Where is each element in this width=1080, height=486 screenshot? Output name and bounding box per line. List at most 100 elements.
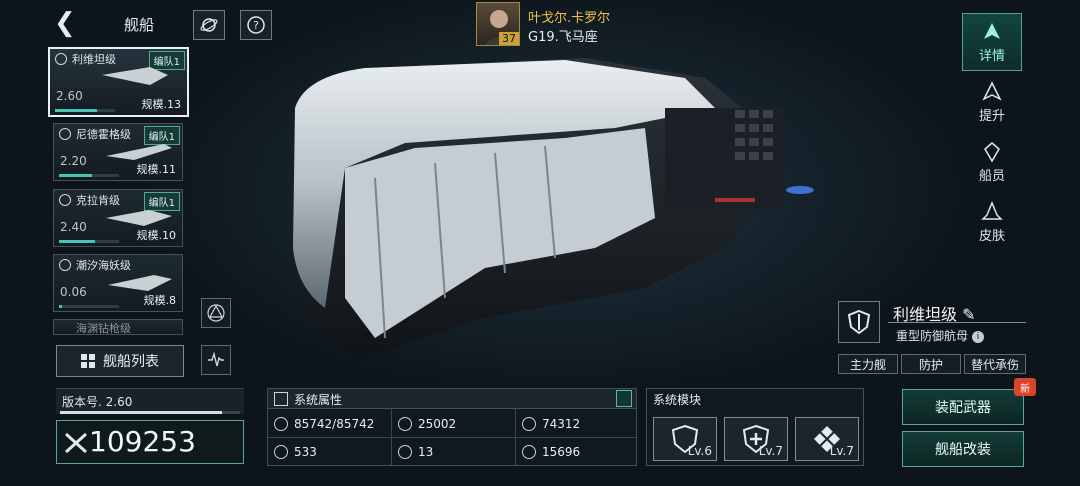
ship-modify-button[interactable]: 舰船改装 [902, 431, 1024, 467]
combat-power-panel: 109253 [56, 420, 244, 464]
module-level: Lv.7 [758, 444, 783, 458]
fleet-filter-icon [207, 304, 225, 322]
nav-label: 提升 [978, 108, 1005, 124]
fleet-card[interactable]: 潮汐海妖级 0.06 规模.8 [53, 254, 183, 312]
nav-crew[interactable]: 船员 [962, 133, 1022, 191]
attribute-hp: 85742/85742 [274, 411, 374, 437]
nav-label: 详情 [978, 48, 1005, 64]
equip-weapons-button[interactable]: 装配武器 [902, 389, 1024, 425]
ship-details-icon [984, 22, 1000, 39]
attribute-value: 25002 [418, 417, 457, 431]
version-label: 版本号. 2.60 [62, 395, 133, 409]
stats-button[interactable] [201, 345, 231, 375]
crosshair-icon [59, 128, 71, 140]
crew-icon [984, 141, 1000, 162]
divider [268, 437, 636, 438]
question-icon: ? [247, 16, 265, 34]
hull-icon [274, 417, 288, 431]
ship-list-button[interactable]: 舰船列表 [56, 345, 184, 377]
fleet-card-progress [55, 109, 115, 112]
version-panel: 版本号. 2.60 [56, 388, 244, 414]
planet-button[interactable] [193, 10, 225, 40]
attribute-shield: 74312 [522, 411, 580, 437]
attribute-value: 15696 [542, 445, 581, 459]
fleet-card-progress [59, 305, 119, 308]
info-icon[interactable]: i [972, 330, 985, 343]
checker-icon [398, 445, 412, 459]
help-button[interactable]: ? [240, 10, 272, 40]
player-sector: G19.飞马座 [528, 30, 598, 45]
module-level: Lv.6 [687, 444, 712, 458]
planet-icon [200, 18, 218, 32]
shield-icon [55, 53, 67, 65]
ship-class: 重型防御航母 i [896, 327, 985, 344]
player-name: 叶戈尔.卡罗尔 [528, 11, 611, 26]
attribute-evasion: 13 [398, 439, 433, 465]
crossed-swords-icon [64, 432, 88, 454]
fleet-card[interactable]: 海渊钻枪级 [53, 319, 183, 335]
attribute-value: 74312 [542, 417, 581, 431]
flame-icon [59, 194, 71, 206]
attributes-icon [274, 392, 288, 406]
attributes-header: 系统属性 [268, 389, 636, 409]
ship-list-label: 舰船列表 [103, 354, 159, 370]
fleet-card-power: 2.60 [56, 89, 83, 103]
new-badge: 新 [1014, 378, 1036, 396]
nav-label: 船员 [978, 168, 1005, 184]
divider [888, 322, 1026, 323]
combat-power-value: 109253 [89, 425, 196, 458]
fleet-card-power: 0.06 [60, 285, 87, 299]
fleet-card-name: 海渊钻枪级 [76, 322, 131, 335]
flame-icon [59, 259, 71, 271]
armor-icon [398, 417, 412, 431]
ship-thumbnail [106, 144, 172, 160]
shield-icon [847, 309, 871, 335]
modules-title: 系统模块 [653, 393, 702, 407]
fleet-card-progress [59, 174, 119, 177]
svg-text:?: ? [253, 19, 259, 32]
module-slot[interactable]: Lv.7 [795, 417, 859, 461]
attribute-value: 13 [418, 445, 434, 459]
module-slot[interactable]: Lv.6 [653, 417, 717, 461]
upgrade-icon [982, 80, 1002, 101]
player-avatar[interactable]: 37 [476, 2, 520, 46]
nav-label: 皮肤 [978, 228, 1005, 244]
shield-icon [522, 417, 536, 431]
attribute-value: 85742/85742 [294, 417, 375, 431]
ship-type-emblem [838, 301, 880, 343]
module-level: Lv.7 [829, 444, 854, 458]
ship-thumbnail [106, 210, 172, 226]
target-icon [522, 445, 536, 459]
ship-tag: 替代承伤 [964, 354, 1026, 374]
page-title: 舰船 [124, 16, 155, 34]
speed-icon [274, 445, 288, 459]
skin-icon [981, 200, 1003, 220]
system-modules-panel: 系统模块 Lv.6 Lv.7 Lv.7 [646, 388, 864, 466]
ship-tag: 防护 [901, 354, 961, 374]
nav-skin[interactable]: 皮肤 [962, 193, 1022, 251]
nav-details[interactable]: 详情 [962, 13, 1022, 71]
ship-render [293, 58, 814, 358]
ship-tag: 主力舰 [838, 354, 898, 374]
fleet-card[interactable]: 利维坦级 编队1 2.60 规模.13 [48, 47, 189, 117]
ship-thumbnail [108, 275, 172, 291]
grid-icon [81, 354, 95, 368]
version-progress [60, 411, 240, 414]
fleet-card-power: 2.40 [60, 220, 87, 234]
pulse-icon [208, 351, 224, 367]
ship-thumbnail [102, 67, 168, 85]
attribute-speed: 533 [274, 439, 317, 465]
fleet-filter-button[interactable] [201, 298, 231, 328]
system-attributes-panel: 系统属性 85742/85742 25002 74312 533 13 1569… [267, 388, 637, 466]
back-button[interactable]: ❮ [54, 10, 84, 38]
fleet-card-scale: 规模.10 [136, 229, 177, 242]
fleet-card-scale: 规模.11 [136, 163, 177, 176]
attribute-repair: 15696 [522, 439, 580, 465]
fleet-card[interactable]: 克拉肯级 编队1 2.40 规模.10 [53, 189, 183, 247]
fleet-card[interactable]: 尼德霍格级 编队1 2.20 规模.11 [53, 123, 183, 181]
module-slot[interactable]: Lv.7 [724, 417, 788, 461]
attribute-armor: 25002 [398, 411, 456, 437]
nav-upgrade[interactable]: 提升 [962, 73, 1022, 131]
attributes-toggle-button[interactable] [616, 390, 632, 407]
fleet-card-scale: 规模.13 [141, 98, 182, 111]
